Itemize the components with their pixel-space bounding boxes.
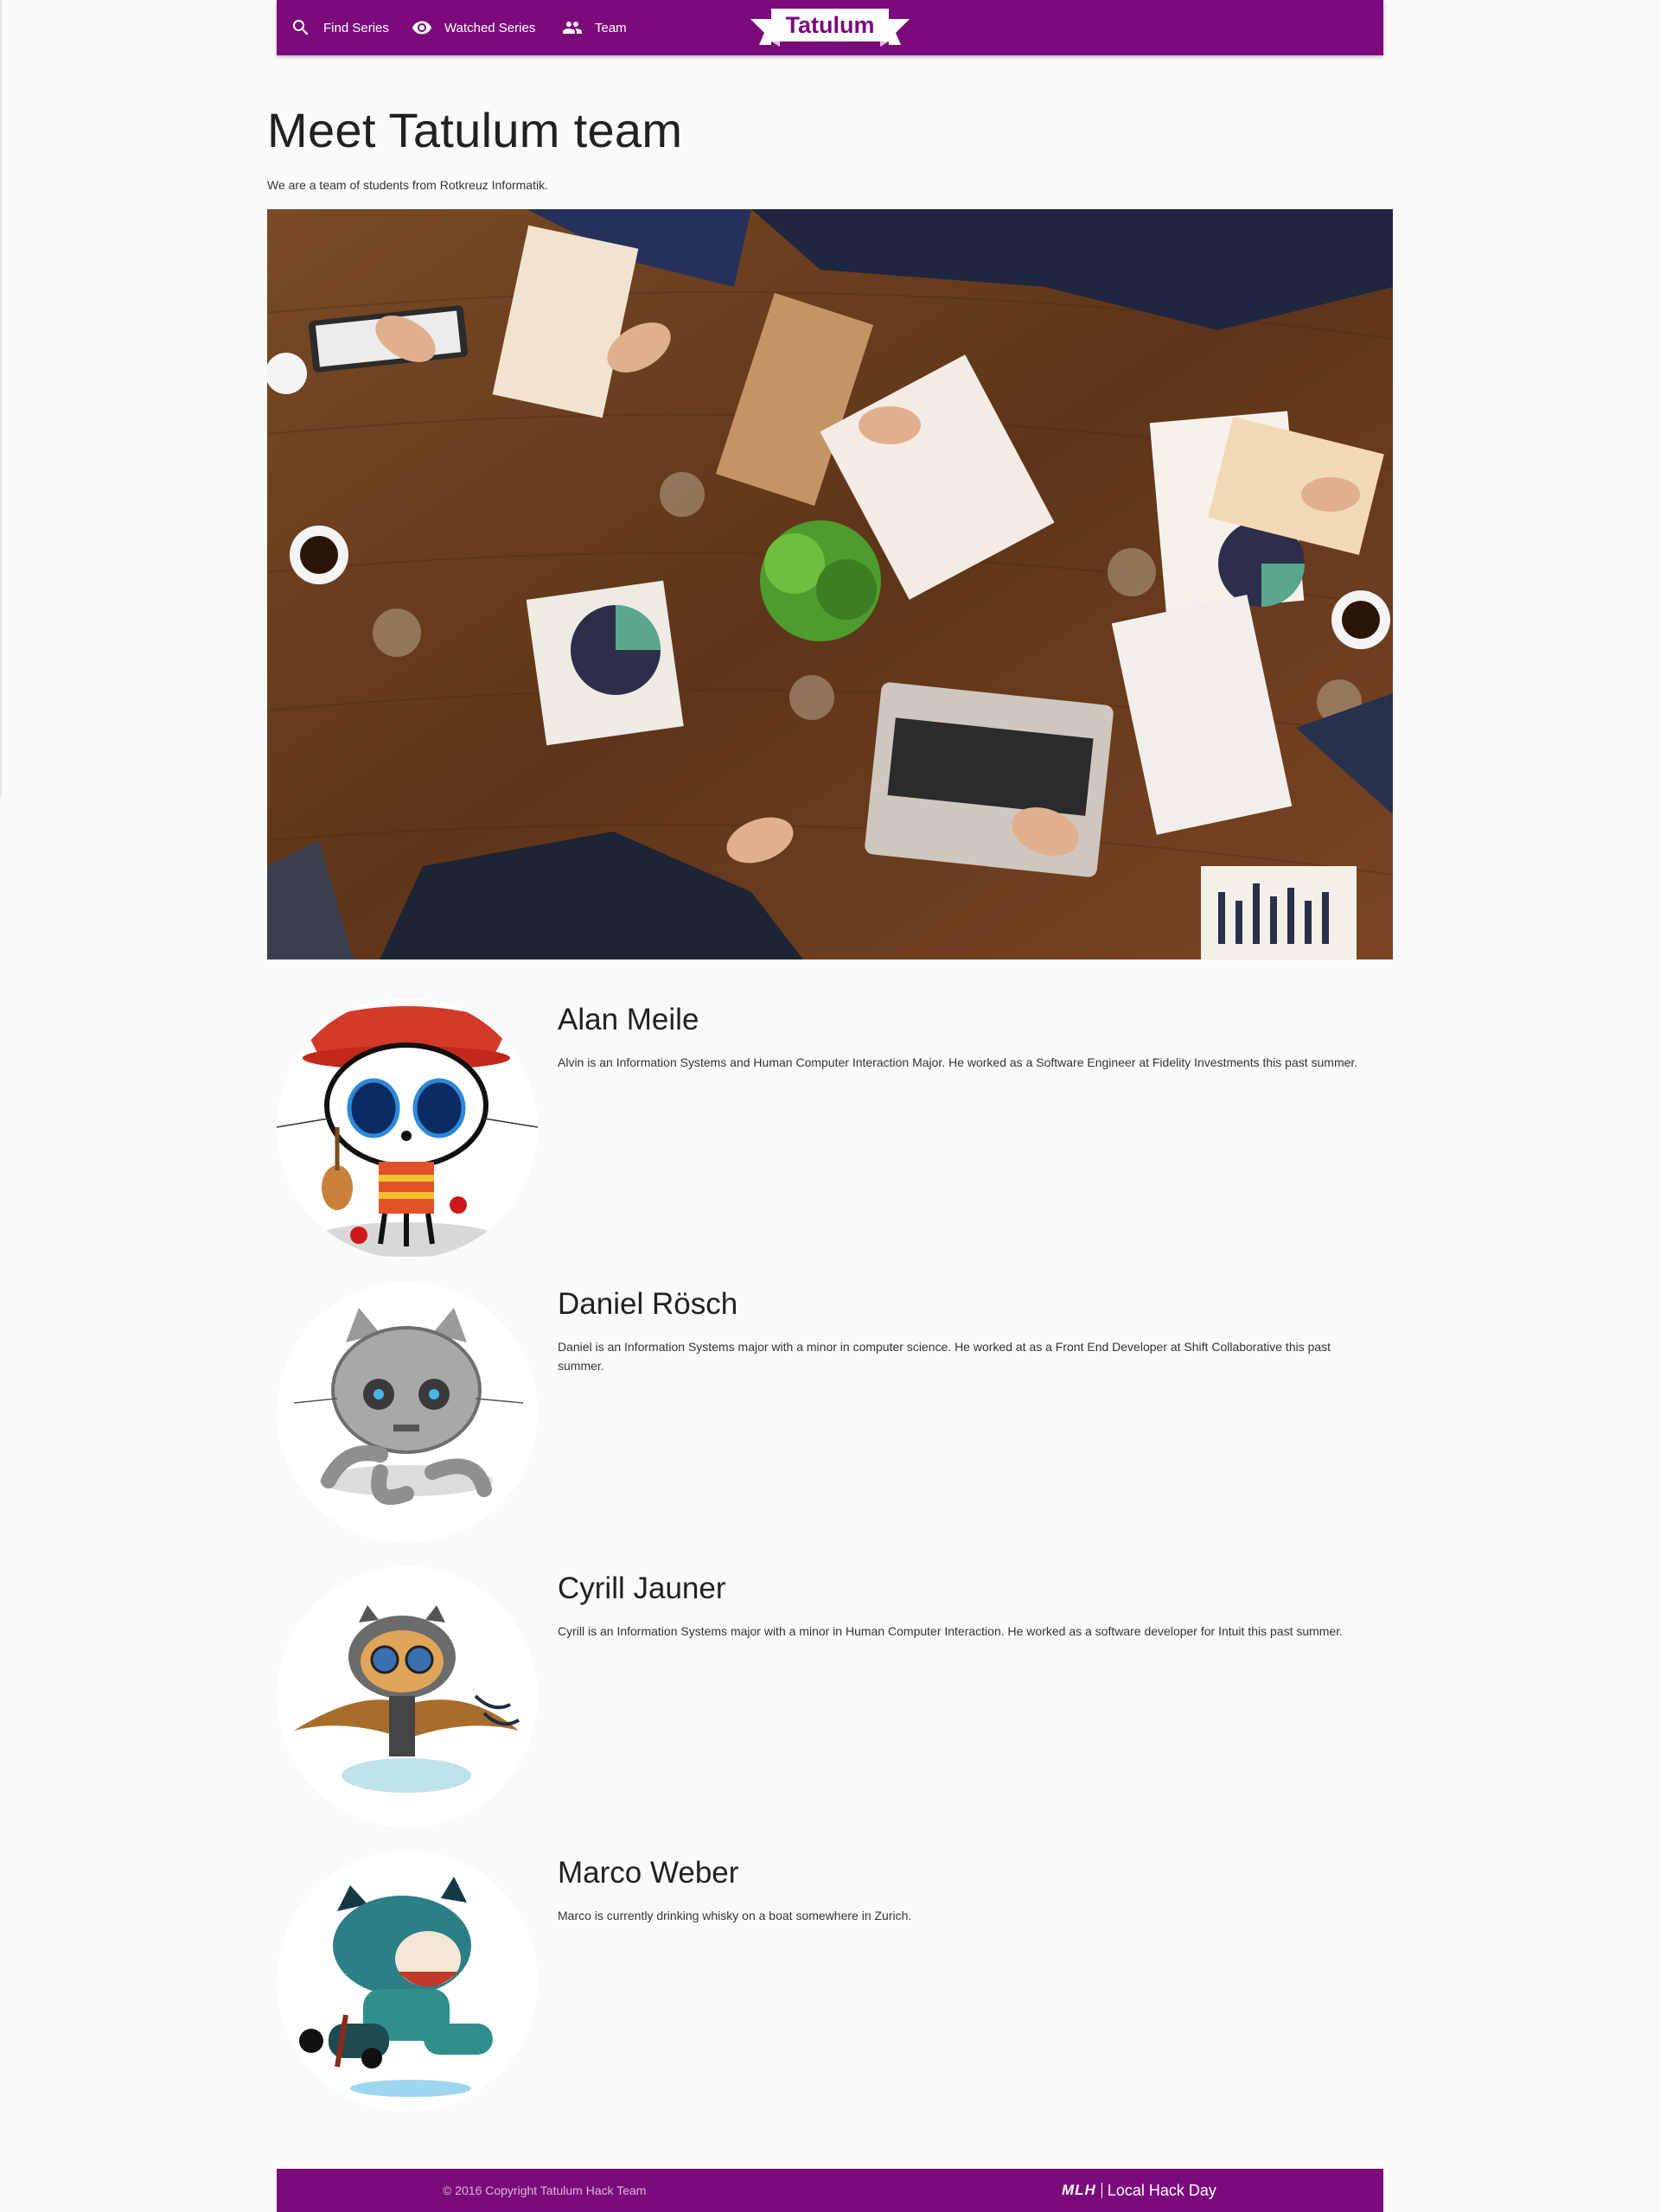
- mlh-label: Local Hack Day: [1107, 2181, 1216, 2199]
- top-navbar: Find Series Watched Series Team Tatulum: [277, 0, 1383, 55]
- search-icon: [293, 20, 309, 35]
- eye-icon: [412, 21, 431, 35]
- skeleton-octocat-avatar: [277, 998, 538, 1259]
- aviator-octocat-avatar: [277, 1566, 538, 1827]
- page-left-rule: [0, 0, 2, 797]
- footer-copyright: © 2016 Copyright Tatulum Hack Team: [443, 2183, 647, 2197]
- nav-find-series[interactable]: Find Series: [290, 0, 389, 55]
- member-name: Marco Weber: [558, 1856, 739, 1890]
- mlh-local-hack-day-link[interactable]: MLH Local Hack Day: [1062, 2169, 1216, 2212]
- member-bio: Marco is currently drinking whisky on a …: [558, 1909, 912, 1922]
- people-icon: [563, 22, 582, 34]
- member-bio: Cyrill is an Information Systems major w…: [558, 1624, 1344, 1638]
- hero-image: [267, 209, 1393, 959]
- robot-octocat-avatar: [277, 1282, 538, 1543]
- mlh-logo: MLH: [1062, 2182, 1096, 2198]
- member-name: Alan Meile: [558, 1003, 699, 1036]
- brand-name: Tatulum: [785, 11, 875, 38]
- mlh-separator: [1101, 2183, 1102, 2198]
- page-title: Meet Tatulum team: [267, 103, 683, 157]
- page-subtitle: We are a team of students from Rotkreuz …: [267, 178, 548, 192]
- samurai-octocat-avatar: [277, 1851, 538, 2112]
- nav-watched-series-label: Watched Series: [444, 20, 536, 35]
- nav-team[interactable]: Team: [562, 0, 627, 55]
- nav-find-series-label: Find Series: [323, 20, 389, 35]
- team-member: Alan Meile Alvin is an Information Syste…: [277, 998, 1383, 1265]
- member-bio: Daniel is an Information Systems major w…: [558, 1340, 1331, 1373]
- member-name: Cyrill Jauner: [558, 1571, 726, 1605]
- team-member: Daniel Rösch Daniel is an Information Sy…: [277, 1282, 1383, 1550]
- nav-team-label: Team: [595, 20, 627, 35]
- team-member: Marco Weber Marco is currently drinking …: [277, 1851, 1383, 2119]
- nav-watched-series[interactable]: Watched Series: [412, 0, 535, 55]
- member-bio: Alvin is an Information Systems and Huma…: [558, 1055, 1358, 1069]
- footer: © 2016 Copyright Tatulum Hack Team MLH L…: [277, 2169, 1383, 2212]
- member-name: Daniel Rösch: [558, 1287, 738, 1321]
- brand-logo[interactable]: Tatulum: [750, 7, 910, 47]
- team-member: Cyrill Jauner Cyrill is an Information S…: [277, 1566, 1383, 1834]
